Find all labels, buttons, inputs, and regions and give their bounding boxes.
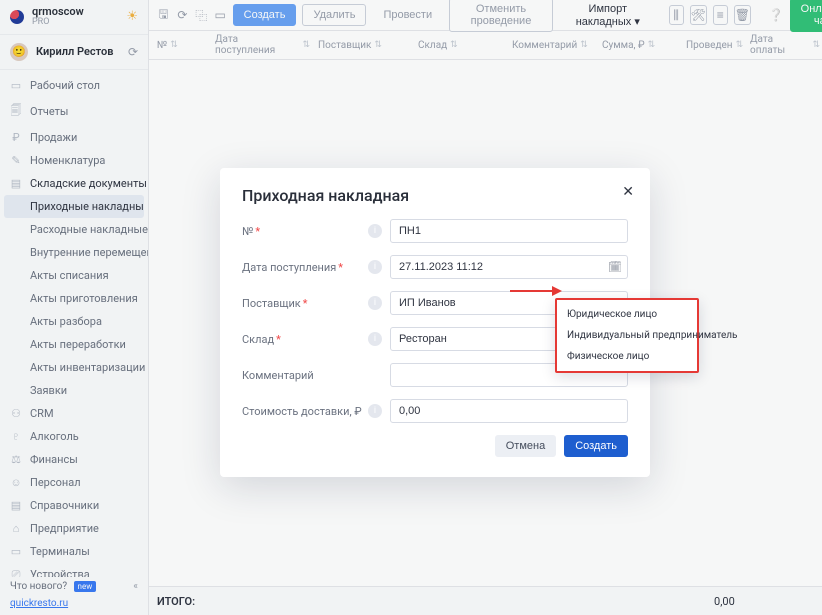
modal-title: Приходная накладная <box>242 186 628 205</box>
field-delivery-label: Стоимость доставки, ₽ <box>242 405 362 418</box>
field-supplier-label: Поставщик <box>242 297 301 310</box>
info-icon[interactable]: i <box>368 404 382 418</box>
supplier-type-popover: Юридическое лицо Индивидуальный предприн… <box>555 298 699 373</box>
field-warehouse-label: Склад <box>242 333 274 346</box>
info-icon[interactable]: i <box>368 332 382 346</box>
calendar-icon[interactable]: 🗓 <box>608 261 622 274</box>
info-icon[interactable]: i <box>368 224 382 238</box>
info-icon[interactable]: i <box>368 260 382 274</box>
field-num-label: № <box>242 225 253 238</box>
field-comment-label: Комментарий <box>242 369 314 382</box>
create-invoice-button[interactable]: Создать <box>564 435 628 457</box>
supplier-type-option[interactable]: Юридическое лицо <box>557 304 697 325</box>
field-date-input[interactable] <box>390 255 628 279</box>
close-icon[interactable]: ✕ <box>622 184 634 200</box>
info-icon[interactable]: i <box>368 296 382 310</box>
field-delivery-input[interactable] <box>390 399 628 423</box>
field-num-input[interactable] <box>390 219 628 243</box>
supplier-type-option[interactable]: Физическое лицо <box>557 346 697 367</box>
cancel-button[interactable]: Отмена <box>495 435 556 457</box>
supplier-type-option[interactable]: Индивидуальный предприниматель <box>557 325 697 346</box>
field-date-label: Дата поступления <box>242 261 336 274</box>
